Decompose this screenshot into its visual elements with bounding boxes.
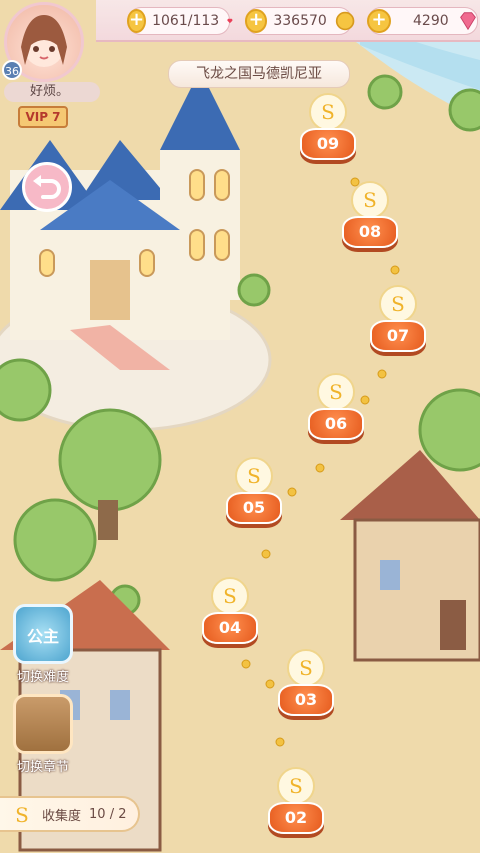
collection-value: 10 / 2 xyxy=(89,806,127,822)
stage-number: 02 xyxy=(284,808,308,827)
svg-text:S: S xyxy=(321,100,335,124)
svg-text:S: S xyxy=(391,292,405,316)
difficulty-badge-text: 公主 xyxy=(26,627,59,646)
stage-09[interactable]: S 09 xyxy=(300,92,356,166)
svg-text:S: S xyxy=(15,803,29,826)
stage-08[interactable]: S 08 xyxy=(342,180,398,254)
vip-badge[interactable]: VIP 7 xyxy=(18,106,68,128)
region-title: 飞龙之国马德凯尼亚 xyxy=(168,60,350,88)
collect-s-icon: S xyxy=(277,767,315,805)
svg-text:S: S xyxy=(247,464,261,488)
stage-number: 06 xyxy=(324,414,348,433)
lives-counter[interactable]: + 1061/113 xyxy=(127,7,233,35)
coins-value: 336570 xyxy=(273,13,327,29)
stage-number: 03 xyxy=(294,690,318,709)
stage-07[interactable]: S 07 xyxy=(370,284,426,358)
stage-02[interactable]: S 02 xyxy=(268,766,324,840)
stage-number: 05 xyxy=(242,498,266,517)
collect-s-icon: S xyxy=(351,181,389,219)
heart-icon xyxy=(227,18,233,24)
stage-04[interactable]: S 04 xyxy=(202,576,258,650)
collect-s-icon: S xyxy=(287,649,325,687)
collect-s-icon: S xyxy=(379,285,417,323)
stage-number: 04 xyxy=(218,618,242,637)
add-coins-button[interactable]: + xyxy=(245,9,268,33)
player-level-badge: 36 xyxy=(2,60,22,80)
crown-badge-icon: 公主 xyxy=(13,604,73,664)
s-coin-icon: S xyxy=(15,803,29,826)
switch-chapter-label: 切换章节 xyxy=(16,760,69,775)
switch-difficulty-label: 切换难度 xyxy=(16,670,69,685)
add-gems-button[interactable]: + xyxy=(367,9,391,33)
coins-counter[interactable]: + 336570 xyxy=(245,7,355,35)
coin-icon xyxy=(335,11,355,31)
lives-value: 1061/113 xyxy=(152,13,220,29)
stage-number: 07 xyxy=(386,326,410,345)
collect-s-icon: S xyxy=(317,373,355,411)
svg-text:S: S xyxy=(289,774,303,798)
back-button[interactable] xyxy=(22,162,72,212)
svg-text:S: S xyxy=(223,584,237,608)
collect-s-icon: S xyxy=(211,577,249,615)
gems-counter[interactable]: + 4290 xyxy=(367,7,478,35)
collection-progress[interactable]: S 收集度 10 / 2 xyxy=(0,796,140,832)
collection-label: 收集度 xyxy=(42,808,82,824)
svg-text:S: S xyxy=(363,188,377,212)
stage-03[interactable]: S 03 xyxy=(278,648,334,722)
stage-number: 08 xyxy=(358,222,382,241)
svg-text:S: S xyxy=(329,380,343,404)
collect-s-icon: S xyxy=(235,457,273,495)
stage-05[interactable]: S 05 xyxy=(226,456,282,530)
svg-text:S: S xyxy=(299,656,313,680)
gem-icon xyxy=(459,12,476,31)
add-lives-button[interactable]: + xyxy=(127,9,147,33)
switch-difficulty-button[interactable]: 公主 切换难度 xyxy=(6,604,80,685)
player-name: 好烦。 xyxy=(4,82,100,102)
switch-chapter-button[interactable]: 切换章节 xyxy=(6,694,80,775)
stage-06[interactable]: S 06 xyxy=(308,372,364,446)
stage-number: 09 xyxy=(316,134,340,153)
gems-value: 4290 xyxy=(413,13,449,29)
undo-arrow-icon xyxy=(33,175,61,199)
book-icon xyxy=(13,694,73,754)
collect-s-icon: S xyxy=(309,93,347,131)
